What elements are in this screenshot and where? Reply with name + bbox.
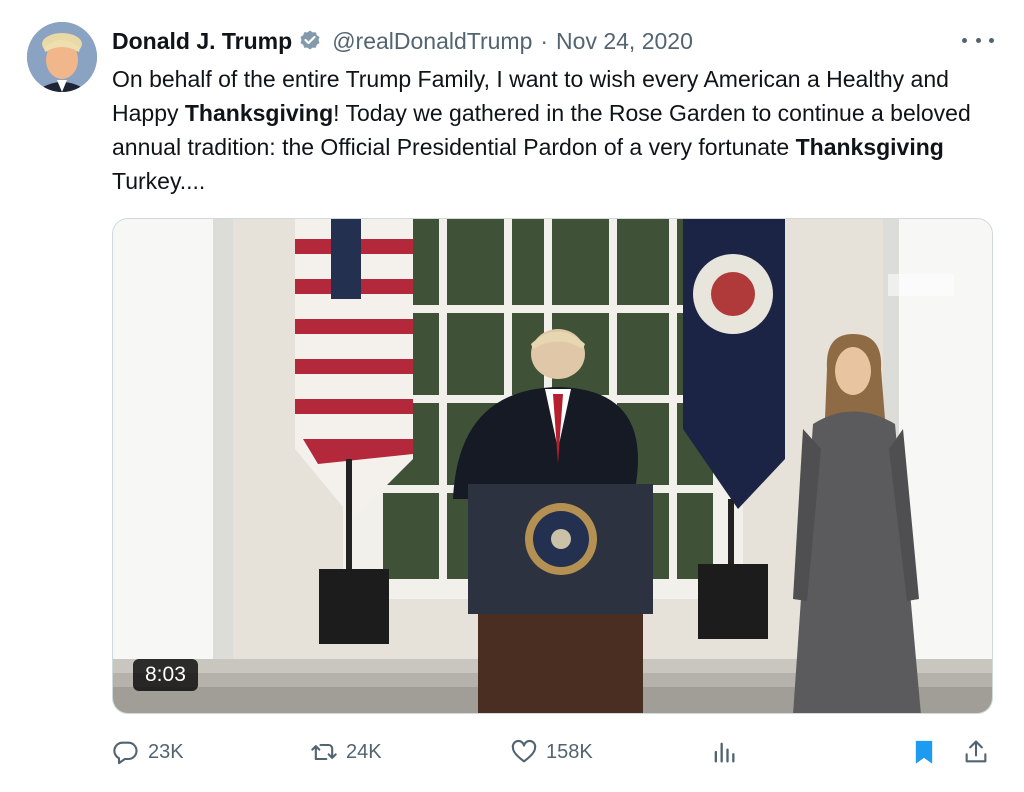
like-count: 158K bbox=[546, 740, 593, 763]
repost-icon bbox=[311, 743, 337, 761]
hashtag-highlight: Thanksgiving bbox=[795, 134, 944, 160]
handle[interactable]: @realDonaldTrump bbox=[332, 28, 532, 55]
bar-chart-icon bbox=[714, 742, 735, 763]
reply-button[interactable]: 23K bbox=[112, 734, 184, 770]
like-button[interactable]: 158K bbox=[510, 734, 593, 770]
repost-count: 24K bbox=[346, 740, 382, 763]
display-name[interactable]: Donald J. Trump bbox=[112, 28, 292, 55]
bookmark-button[interactable] bbox=[910, 734, 946, 770]
action-bar: 23K 24K 158K bbox=[112, 734, 1002, 770]
tweet-header: Donald J. Trump @realDonaldTrump · Nov 2… bbox=[112, 26, 693, 56]
tweet-text: On behalf of the entire Trump Family, I … bbox=[112, 62, 1002, 198]
share-icon bbox=[965, 740, 987, 763]
tweet-text-segment: Turkey.... bbox=[112, 168, 206, 194]
views-button[interactable] bbox=[710, 734, 746, 770]
tweet-card[interactable]: Donald J. Trump @realDonaldTrump · Nov 2… bbox=[0, 0, 1024, 792]
reply-count: 23K bbox=[148, 740, 184, 763]
share-button[interactable] bbox=[962, 734, 998, 770]
tweet-date[interactable]: Nov 24, 2020 bbox=[556, 28, 693, 55]
repost-button[interactable]: 24K bbox=[310, 734, 382, 770]
heart-icon bbox=[511, 739, 537, 763]
separator: · bbox=[540, 27, 549, 54]
video-duration: 8:03 bbox=[133, 659, 198, 691]
hashtag-highlight: Thanksgiving bbox=[184, 100, 334, 126]
reply-icon bbox=[113, 741, 138, 765]
video-player[interactable]: 8:03 bbox=[112, 218, 993, 714]
verified-badge-icon[interactable] bbox=[298, 29, 322, 53]
bookmark-icon bbox=[915, 740, 933, 764]
avatar[interactable] bbox=[27, 22, 97, 92]
more-options-icon[interactable] bbox=[962, 30, 994, 50]
video-thumbnail bbox=[113, 219, 992, 713]
